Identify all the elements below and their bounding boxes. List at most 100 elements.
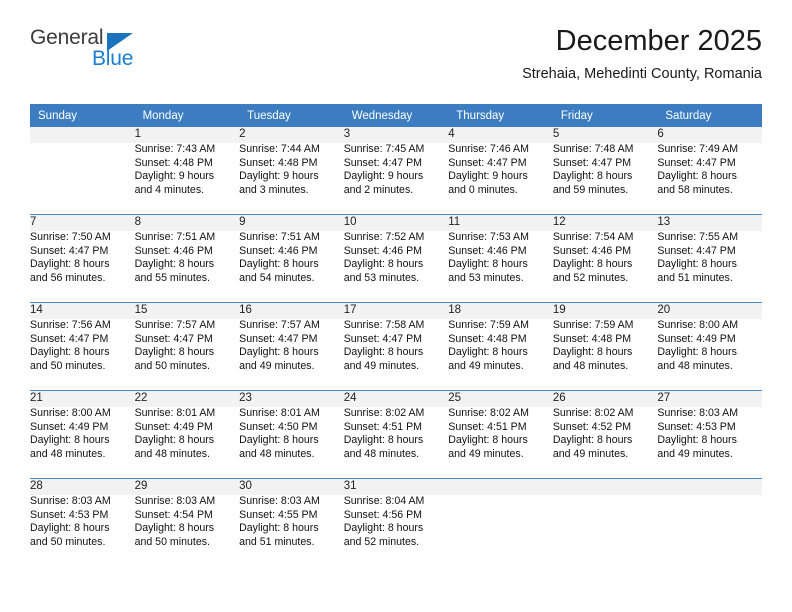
day-number[interactable]: 31 — [343, 478, 449, 495]
day-details: Sunrise: 7:50 AM Sunset: 4:47 PM Daylight:… — [30, 231, 135, 293]
day-detail-line: and 50 minutes. — [134, 359, 210, 372]
day-detail-line: Sunrise: 8:04 AM — [343, 495, 425, 507]
day-detail-line: Sunrise: 8:03 AM — [239, 495, 320, 507]
day-detail-line: and 48 minutes. — [134, 447, 210, 460]
day-number[interactable]: 29 — [134, 478, 240, 495]
day-number[interactable]: 12 — [552, 214, 658, 231]
day-detail-line: Sunset: 4:47 PM — [448, 156, 527, 169]
day-detail-line: Sunrise: 8:01 AM — [239, 407, 320, 419]
day-details: Sunrise: 8:04 AM Sunset: 4:56 PM Daylight:… — [343, 495, 449, 557]
day-details: Sunrise: 7:46 AM Sunset: 4:47 PM Daylight:… — [448, 143, 553, 205]
day-detail-line: Sunset: 4:47 PM — [239, 332, 318, 345]
day-details: Sunrise: 7:48 AM Sunset: 4:47 PM Daylight:… — [552, 143, 658, 205]
day-number[interactable]: 20 — [657, 302, 762, 319]
day-detail-line: Daylight: 8 hours — [448, 258, 528, 271]
day-detail-line: Daylight: 8 hours — [343, 258, 424, 271]
day-detail-line: Daylight: 8 hours — [134, 522, 215, 535]
day-detail-line: Sunrise: 8:03 AM — [30, 495, 111, 507]
day-cell-empty — [657, 478, 762, 495]
day-details: Sunrise: 8:02 AM Sunset: 4:52 PM Daylight:… — [552, 407, 658, 469]
day-number[interactable]: 15 — [134, 302, 240, 319]
day-number[interactable]: 3 — [343, 127, 449, 143]
day-detail-line: Daylight: 9 hours — [448, 170, 528, 183]
day-detail-line: Sunset: 4:53 PM — [30, 508, 109, 521]
day-detail-line: Sunrise: 8:01 AM — [134, 407, 216, 419]
calendar-body: 1 2 3 4 5 6 Sunrise: 7:43 AM Sunset: 4:48 PM Day… — [30, 127, 762, 557]
day-number[interactable]: 2 — [239, 127, 344, 143]
day-detail-line: Daylight: 8 hours — [448, 434, 528, 447]
day-detail-line: Sunrise: 7:56 AM — [30, 319, 111, 331]
weekday-header-sunday: Sunday — [30, 104, 135, 127]
day-details: Sunrise: 7:53 AM Sunset: 4:46 PM Daylight:… — [448, 231, 553, 293]
day-number[interactable]: 17 — [343, 302, 449, 319]
day-details: Sunrise: 8:00 AM Sunset: 4:49 PM Daylight:… — [30, 407, 135, 469]
day-details: Sunrise: 7:51 AM Sunset: 4:46 PM Daylight:… — [134, 231, 240, 293]
day-detail-line: Daylight: 9 hours — [134, 170, 215, 183]
day-detail-line: and 49 minutes. — [239, 359, 315, 372]
day-detail-line: Daylight: 8 hours — [552, 346, 633, 359]
day-detail-line: Daylight: 8 hours — [552, 170, 633, 183]
day-detail-line: Daylight: 8 hours — [657, 170, 737, 183]
day-detail-line: Sunset: 4:47 PM — [343, 156, 423, 169]
day-detail-line: and 56 minutes. — [30, 271, 106, 284]
day-number[interactable]: 11 — [448, 214, 553, 231]
day-detail-line: Sunrise: 7:49 AM — [657, 143, 739, 155]
day-details: Sunrise: 7:44 AM Sunset: 4:48 PM Daylight:… — [239, 143, 344, 205]
day-detail-line: and 50 minutes. — [30, 535, 106, 548]
day-details: Sunrise: 8:03 AM Sunset: 4:53 PM Daylight:… — [657, 407, 762, 469]
day-detail-line: Sunrise: 8:02 AM — [448, 407, 529, 419]
day-number[interactable]: 1 — [134, 127, 240, 143]
day-detail-line: Sunrise: 8:03 AM — [134, 495, 216, 507]
day-detail-line: Sunset: 4:47 PM — [552, 156, 632, 169]
day-number[interactable]: 24 — [343, 390, 449, 407]
day-details: Sunrise: 7:59 AM Sunset: 4:48 PM Daylight:… — [552, 319, 658, 381]
day-details: Sunrise: 7:45 AM Sunset: 4:47 PM Daylight:… — [343, 143, 449, 205]
day-number[interactable]: 13 — [657, 214, 762, 231]
day-detail-line: and 49 minutes. — [448, 359, 524, 372]
day-number[interactable]: 28 — [30, 478, 135, 495]
day-details: Sunrise: 7:43 AM Sunset: 4:48 PM Daylight:… — [134, 143, 240, 205]
day-number[interactable]: 10 — [343, 214, 449, 231]
day-detail-line: Daylight: 8 hours — [239, 258, 319, 271]
day-number[interactable]: 16 — [239, 302, 344, 319]
day-detail-line: and 51 minutes. — [657, 271, 733, 284]
day-details-empty — [448, 495, 553, 557]
day-detail-line: Sunset: 4:51 PM — [448, 420, 527, 433]
day-number[interactable]: 21 — [30, 390, 135, 407]
day-number[interactable]: 18 — [448, 302, 553, 319]
week-row-daynumbers: 123456 — [30, 127, 762, 143]
day-number[interactable]: 25 — [448, 390, 553, 407]
day-details-empty — [552, 495, 658, 557]
day-number[interactable]: 7 — [30, 214, 135, 231]
day-detail-line: Sunset: 4:53 PM — [657, 420, 736, 433]
week-row-details: Sunrise: 7:43 AM Sunset: 4:48 PM Daylight:… — [30, 143, 762, 205]
day-number[interactable]: 22 — [134, 390, 240, 407]
day-detail-line: Daylight: 9 hours — [239, 170, 319, 183]
day-number[interactable]: 26 — [552, 390, 658, 407]
day-details: Sunrise: 7:51 AM Sunset: 4:46 PM Daylight:… — [239, 231, 344, 293]
day-number[interactable]: 6 — [657, 127, 762, 143]
weekday-header-friday: Friday — [552, 104, 658, 127]
week-row-details: Sunrise: 7:56 AM Sunset: 4:47 PM Daylight:… — [30, 319, 762, 381]
day-detail-line: Daylight: 8 hours — [239, 346, 319, 359]
day-number[interactable]: 27 — [657, 390, 762, 407]
day-number[interactable]: 8 — [134, 214, 240, 231]
day-detail-line: Sunset: 4:46 PM — [239, 244, 318, 257]
day-detail-line: Sunrise: 8:02 AM — [552, 407, 634, 419]
week-spacer — [30, 205, 762, 215]
day-details: Sunrise: 7:49 AM Sunset: 4:47 PM Daylight:… — [657, 143, 762, 205]
day-number[interactable]: 4 — [448, 127, 553, 143]
day-detail-line: Sunset: 4:48 PM — [239, 156, 318, 169]
day-detail-line: Sunset: 4:56 PM — [343, 508, 423, 521]
day-detail-line: Sunset: 4:46 PM — [134, 244, 213, 257]
day-detail-line: and 52 minutes. — [343, 535, 420, 548]
day-number[interactable]: 23 — [239, 390, 344, 407]
day-number[interactable]: 5 — [552, 127, 658, 143]
day-detail-line: Sunrise: 7:54 AM — [552, 231, 634, 243]
day-number[interactable]: 14 — [30, 302, 135, 319]
day-number[interactable]: 30 — [239, 478, 344, 495]
day-detail-line: Sunrise: 7:48 AM — [552, 143, 634, 155]
day-number[interactable]: 19 — [552, 302, 658, 319]
weekday-header-saturday: Saturday — [657, 104, 762, 127]
day-number[interactable]: 9 — [239, 214, 344, 231]
